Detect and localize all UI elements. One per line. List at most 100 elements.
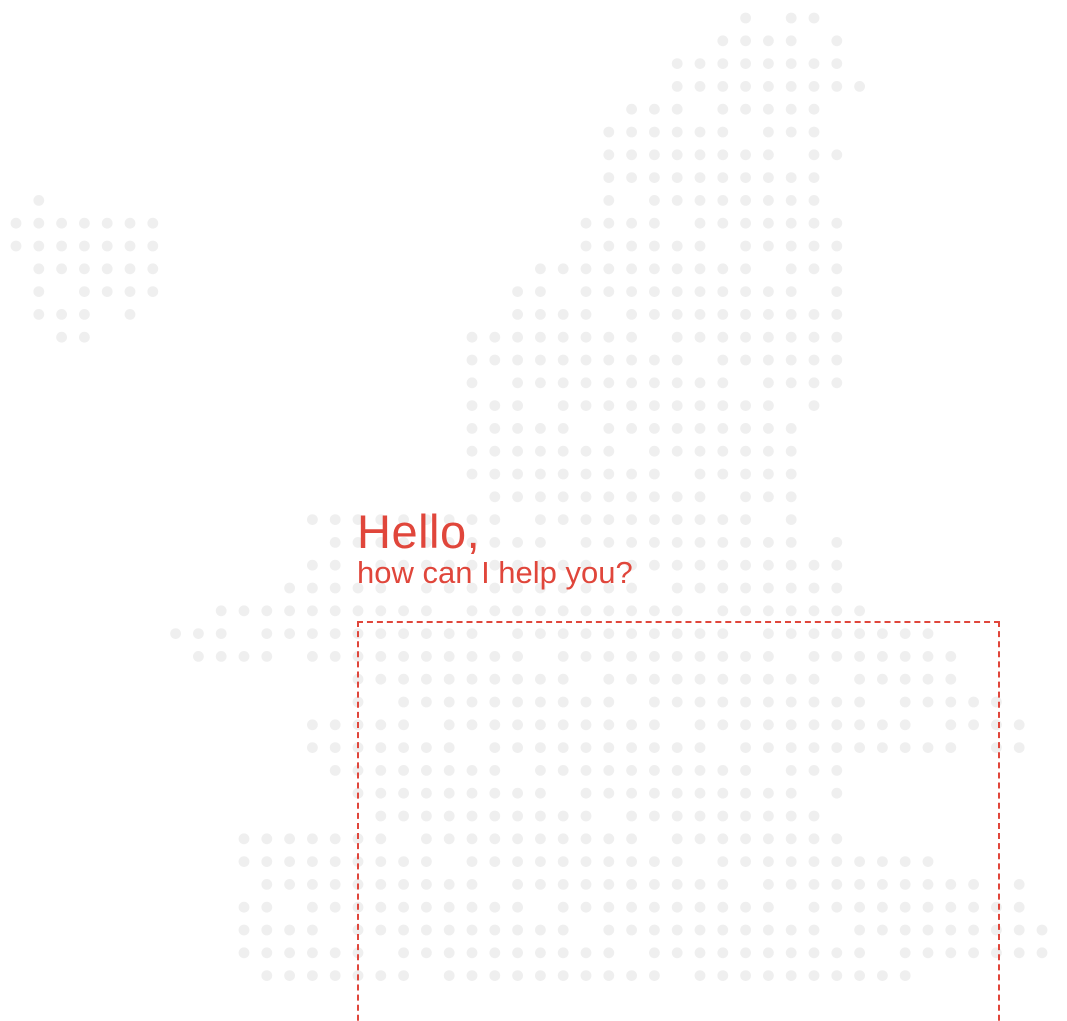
map-dot xyxy=(329,628,341,639)
map-dot xyxy=(717,537,729,548)
map-dot xyxy=(535,445,546,457)
map-dot xyxy=(10,240,22,252)
map-dot xyxy=(763,423,774,434)
map-dot xyxy=(170,628,182,639)
map-dot xyxy=(740,195,751,206)
map-dot xyxy=(626,126,637,138)
map-dot xyxy=(694,377,706,389)
map-dot xyxy=(466,377,478,389)
map-dot xyxy=(808,126,820,138)
map-dot xyxy=(329,947,341,959)
map-dot xyxy=(261,605,273,617)
map-dot xyxy=(785,514,797,525)
map-dot xyxy=(671,309,683,320)
map-dot xyxy=(512,468,523,480)
map-dot xyxy=(831,217,843,229)
map-dot xyxy=(603,240,615,252)
map-dot xyxy=(307,742,318,753)
map-dot xyxy=(307,901,318,913)
map-dot xyxy=(147,217,159,229)
map-dot xyxy=(831,331,843,343)
map-dot xyxy=(763,354,774,366)
map-dot xyxy=(671,423,683,434)
map-dot xyxy=(603,377,615,389)
map-dot xyxy=(79,217,90,229)
chat-frame[interactable] xyxy=(357,621,1000,1021)
map-dot xyxy=(147,240,159,252)
map-dot xyxy=(785,195,797,206)
map-dot xyxy=(147,286,159,297)
map-dot xyxy=(763,537,774,548)
map-dot xyxy=(717,377,729,389)
map-dot xyxy=(831,354,843,366)
map-dot xyxy=(740,605,751,617)
map-dot xyxy=(603,149,615,161)
map-dot xyxy=(671,445,683,457)
map-dot xyxy=(307,833,318,845)
map-dot xyxy=(329,582,341,594)
greeting-title: Hello, xyxy=(357,508,633,555)
map-dot xyxy=(671,195,683,206)
map-dot xyxy=(671,559,683,571)
map-dot xyxy=(763,240,774,252)
map-dot xyxy=(56,309,67,320)
map-dot xyxy=(101,263,113,275)
map-dot xyxy=(557,331,569,343)
map-dot xyxy=(785,35,797,47)
map-dot xyxy=(79,331,90,343)
map-dot xyxy=(785,103,797,115)
map-dot xyxy=(717,582,729,594)
map-dot xyxy=(307,605,318,617)
map-dot xyxy=(740,240,751,252)
map-dot xyxy=(763,149,774,161)
map-dot xyxy=(808,103,820,115)
map-dot xyxy=(284,947,295,959)
map-dot xyxy=(284,879,295,890)
map-dot xyxy=(740,445,751,457)
map-dot xyxy=(763,331,774,343)
map-dot xyxy=(512,605,523,617)
map-dot xyxy=(329,833,341,845)
map-dot xyxy=(238,605,250,617)
map-dot xyxy=(329,742,341,753)
map-dot xyxy=(831,537,843,548)
map-dot xyxy=(557,468,569,480)
map-dot xyxy=(284,582,295,594)
map-dot xyxy=(831,263,843,275)
map-dot xyxy=(649,377,660,389)
map-dot xyxy=(763,286,774,297)
map-dot xyxy=(763,582,774,594)
map-dot xyxy=(535,468,546,480)
map-dot xyxy=(649,103,660,115)
map-dot xyxy=(763,126,774,138)
map-dot xyxy=(694,559,706,571)
map-dot xyxy=(763,103,774,115)
map-dot xyxy=(626,103,637,115)
map-dot xyxy=(626,309,637,320)
map-dot xyxy=(694,126,706,138)
map-dot xyxy=(1036,947,1048,959)
map-dot xyxy=(261,901,273,913)
map-dot xyxy=(466,468,478,480)
map-dot xyxy=(466,445,478,457)
map-dot xyxy=(671,58,683,69)
map-dot xyxy=(193,651,204,662)
map-dot xyxy=(284,856,295,867)
map-dot xyxy=(466,423,478,434)
map-dot xyxy=(854,605,865,617)
map-dot xyxy=(694,537,706,548)
map-dot xyxy=(1013,719,1025,731)
map-dot xyxy=(535,331,546,343)
map-dot xyxy=(694,331,706,343)
map-dot xyxy=(329,970,341,981)
map-dot xyxy=(671,582,683,594)
map-dot xyxy=(238,833,250,845)
map-dot xyxy=(535,377,546,389)
map-dot xyxy=(671,537,683,548)
map-dot xyxy=(124,286,136,297)
map-dot xyxy=(603,354,615,366)
map-dot xyxy=(284,970,295,981)
map-dot xyxy=(763,377,774,389)
map-dot xyxy=(831,58,843,69)
map-dot xyxy=(740,58,751,69)
